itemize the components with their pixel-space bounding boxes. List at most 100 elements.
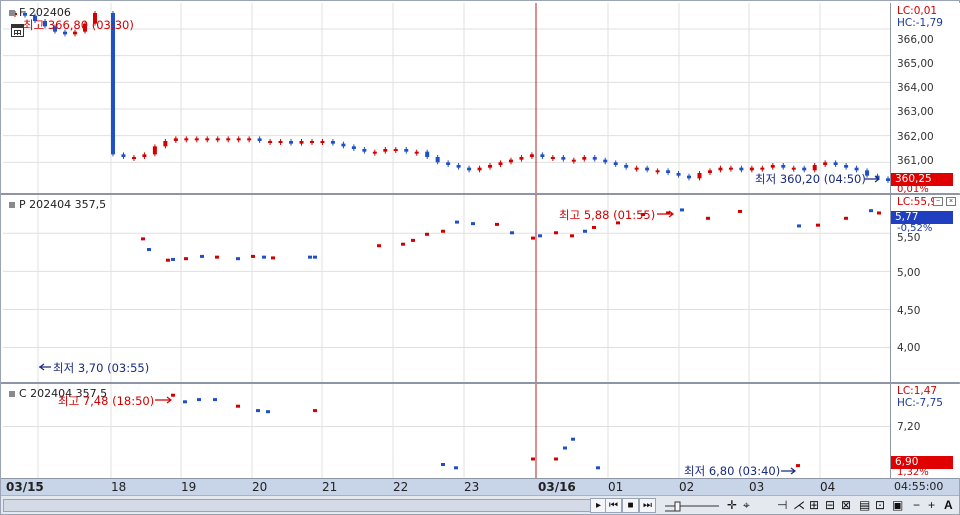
price-mark	[200, 254, 204, 258]
candle-body	[645, 167, 650, 171]
candle-body	[194, 138, 199, 141]
candle-body	[697, 173, 702, 179]
candle-body	[666, 170, 671, 173]
candle-body	[467, 167, 472, 171]
chart-toolbar: ▸ ⏮ ■ ⏭ ✛ ⌖ ⊣ ⋌ ⊞ ⊟ ⊠ ▤ ⊡ ▣ − + A	[1, 495, 959, 514]
candle-body	[624, 165, 629, 168]
price-mark	[183, 400, 187, 404]
pane-marker-icon	[9, 391, 15, 397]
candle-body	[854, 167, 859, 171]
call-price-axis[interactable]: LC:1,47 HC:-7,75 7,20 6,90 1,32%	[890, 384, 960, 478]
line-tool-icon[interactable]: ⊣	[777, 498, 787, 513]
price-mark	[471, 222, 475, 226]
auto-scale-button[interactable]: A	[944, 498, 953, 513]
zoom-slider[interactable]	[661, 496, 723, 515]
price-mark	[441, 463, 445, 466]
futures-candles	[3, 3, 890, 193]
zoom-out-button[interactable]: −	[913, 498, 920, 513]
x-tick-label: 03	[749, 480, 765, 494]
x-tick-label: 01	[608, 480, 624, 494]
time-axis[interactable]: 03/15 18 19 20 21 22 23 03/16 01 02 03 0…	[1, 478, 959, 495]
price-mark	[251, 254, 255, 258]
price-mark	[495, 222, 499, 226]
price-mark	[171, 257, 175, 261]
candle-body	[540, 154, 545, 157]
candle-body	[760, 167, 765, 170]
candle-body	[111, 13, 115, 155]
x-tick-label: 04	[820, 480, 836, 494]
x-tick-label: 21	[322, 480, 338, 494]
zoom-in-button[interactable]: +	[928, 498, 935, 513]
x-tick-label: 20	[252, 480, 268, 494]
price-mark	[877, 211, 881, 215]
price-mark	[869, 209, 873, 213]
pane-marker-icon	[9, 202, 15, 208]
call-pane[interactable]: C 202404 357,5 최고 7,48 (18:50) 최저 6,80 (…	[3, 384, 890, 478]
futures-price-axis[interactable]: LC:0,01 HC:-1,79 366,00 365,00 364,00 36…	[890, 3, 960, 195]
text-tool-icon[interactable]: ⊟	[825, 498, 835, 513]
high-arrow-icon	[657, 210, 674, 218]
last-button[interactable]: ⏭	[639, 498, 656, 513]
candle-body	[655, 170, 660, 173]
price-mark	[538, 234, 542, 238]
futures-pane[interactable]: F 202406 최고 366,80 (03:30) 최저 360,20 (04…	[3, 3, 890, 193]
price-mark	[571, 437, 575, 441]
put-pane[interactable]: P 202404 357,5 최고 5,88 (01:55) 최저 3,70 (…	[3, 195, 890, 382]
candle-body	[529, 154, 534, 157]
candle-body	[488, 165, 493, 168]
candle-body	[435, 157, 440, 163]
layout-tool-icon[interactable]: ▤	[859, 498, 870, 513]
pane-close-button[interactable]: ×	[946, 197, 956, 206]
candle-body	[205, 138, 210, 141]
candle-body	[393, 149, 398, 151]
chart-window: F 202406 최고 366,80 (03:30) 최저 360,20 (04…	[0, 0, 960, 515]
low-note: 최저 360,20 (04:50)	[755, 172, 866, 186]
crosshair-icon[interactable]: ⌖	[743, 498, 750, 513]
candle-body	[309, 141, 314, 143]
indicator-tool-icon[interactable]: ⊠	[841, 498, 851, 513]
price-mark	[425, 232, 429, 236]
price-mark	[147, 248, 151, 252]
low-note: 최저 3,70 (03:55)	[53, 361, 150, 375]
price-mark	[583, 229, 587, 233]
price-mark	[797, 224, 801, 228]
horizontal-scrollbar[interactable]	[3, 499, 591, 512]
stop-button[interactable]: ■	[622, 498, 639, 513]
price-mark	[256, 409, 260, 413]
period-tool-icon[interactable]: ⊞	[809, 498, 819, 513]
grid-tool-icon[interactable]: ⊡	[875, 498, 885, 513]
price-mark	[796, 464, 800, 468]
candle-body	[592, 157, 597, 160]
price-mark	[531, 236, 535, 240]
candle-body	[226, 138, 231, 141]
lc-label: LC:1,47	[897, 385, 938, 397]
high-note: 최고 7,48 (18:50)	[58, 394, 155, 408]
first-button[interactable]: ⏮	[605, 498, 622, 513]
hc-label: HC:-1,79	[897, 17, 943, 29]
price-mark	[411, 238, 415, 242]
trend-tool-icon[interactable]: ⋌	[793, 498, 805, 513]
candle-body	[582, 157, 587, 160]
pane-minimize-button[interactable]: −	[933, 197, 943, 206]
x-tick-label: 03/16	[538, 480, 576, 494]
candle-body	[519, 157, 524, 160]
candle-body	[802, 167, 807, 171]
price-mark	[554, 231, 558, 235]
x-tick-label: 22	[393, 480, 409, 494]
candle-body	[456, 165, 461, 168]
price-mark	[592, 225, 596, 229]
candle-body	[446, 162, 451, 165]
put-price-axis[interactable]: LC:55,95 5,50 5,77 -0,52% 5,00 4,50 4,00…	[890, 195, 960, 382]
price-mark	[596, 466, 600, 470]
price-mark	[563, 446, 567, 450]
price-mark	[531, 457, 535, 461]
price-mark	[816, 223, 820, 227]
price-mark	[197, 398, 201, 402]
price-mark	[706, 216, 710, 220]
candle-body	[131, 157, 136, 159]
x-tick-label: 23	[464, 480, 480, 494]
settings-tool-icon[interactable]: ▣	[892, 498, 903, 513]
cross-tool-icon[interactable]: ✛	[727, 498, 737, 513]
candle-body	[728, 167, 733, 170]
candle-body	[184, 138, 189, 141]
